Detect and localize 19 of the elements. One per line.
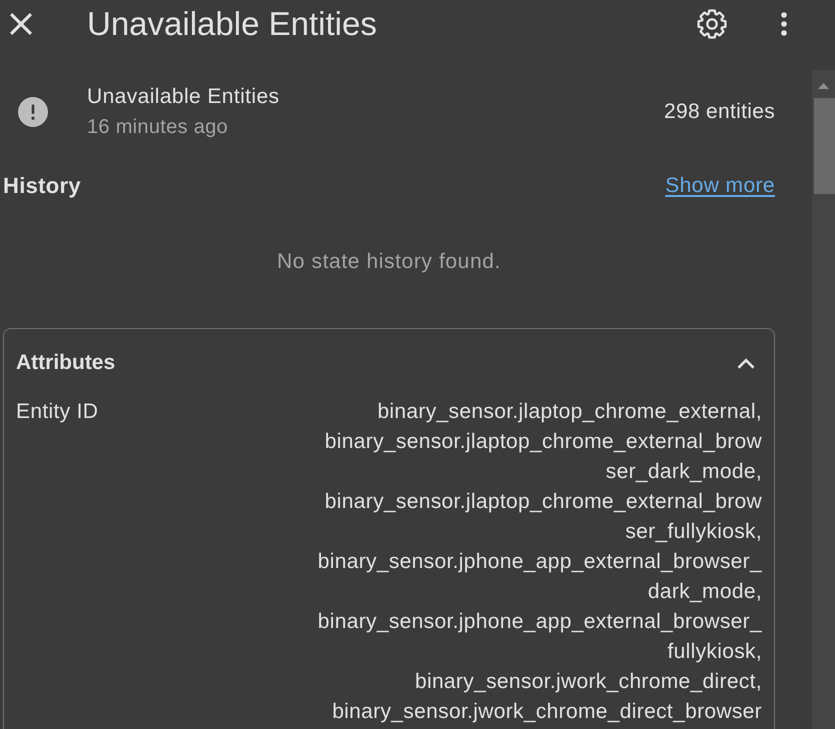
show-more-link[interactable]: Show more bbox=[665, 171, 775, 201]
history-heading: History bbox=[3, 172, 81, 200]
attributes-heading: Attributes bbox=[16, 350, 116, 376]
dialog-title: Unavailable Entities bbox=[87, 4, 377, 44]
close-icon[interactable] bbox=[10, 13, 32, 35]
entity-state: 298 entities bbox=[664, 99, 775, 125]
settings-icon[interactable] bbox=[697, 9, 727, 39]
alert-icon bbox=[18, 97, 48, 127]
empty-history-message: No state history found. bbox=[277, 249, 501, 275]
entity-name: Unavailable Entities bbox=[87, 84, 280, 110]
menu-icon[interactable] bbox=[781, 12, 787, 36]
scrollbar-thumb[interactable] bbox=[814, 98, 835, 194]
attribute-value: binary_sensor.jwork_chrome_direct_browser bbox=[332, 699, 762, 725]
attribute-label: Entity ID bbox=[16, 399, 98, 425]
attribute-value: binary_sensor.jwork_chrome_direct, bbox=[414, 669, 762, 695]
last-changed-text: 16 minutes ago bbox=[87, 115, 228, 140]
attribute-value: binary_sensor.jlaptop_chrome_external, bbox=[377, 399, 762, 425]
chevron-icon[interactable] bbox=[737, 358, 755, 368]
scroll-up-icon[interactable] bbox=[818, 83, 829, 89]
